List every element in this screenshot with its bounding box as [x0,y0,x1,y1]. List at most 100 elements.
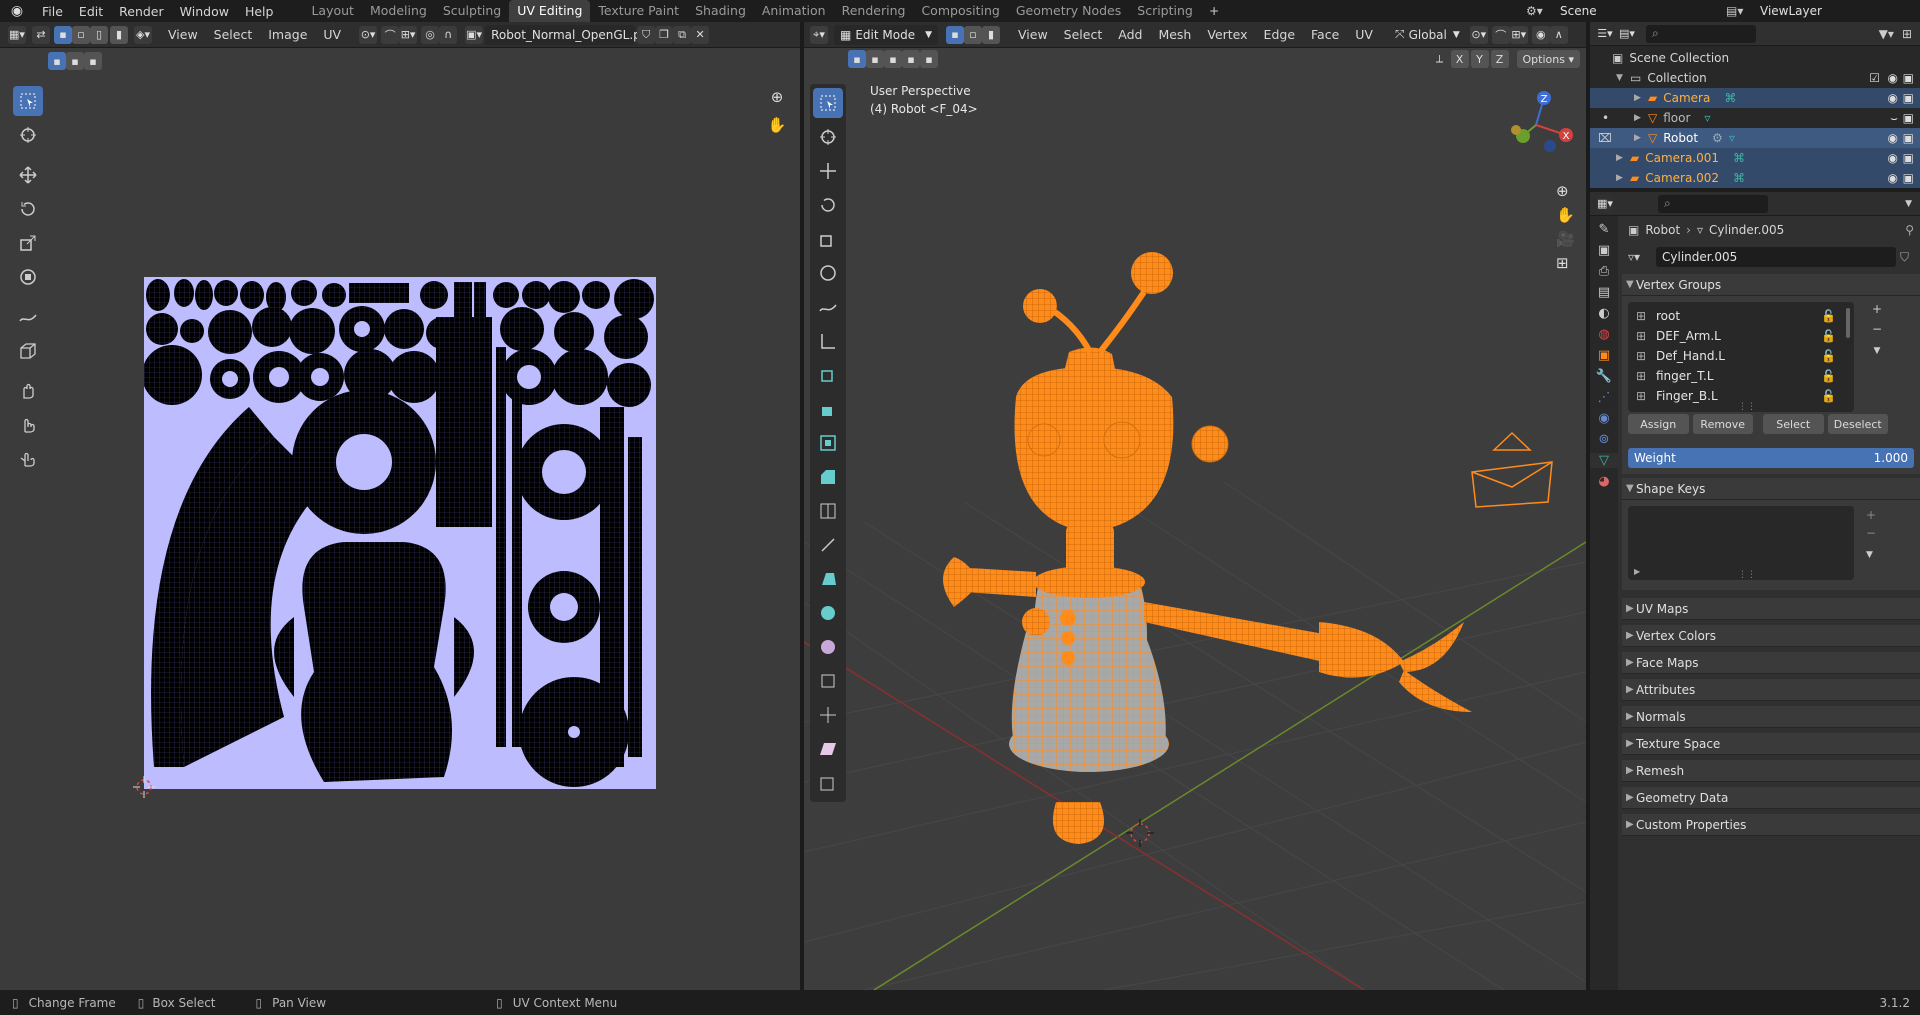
island-select-mode-button[interactable]: ▮ [110,25,128,44]
new-collection-icon[interactable]: ⊞ [1902,27,1912,41]
camera-view-icon[interactable]: 🎥 [1556,230,1575,248]
outliner-search-input[interactable]: ⌕ [1646,24,1756,43]
poly-build-icon[interactable] [813,564,843,594]
menu-help[interactable]: Help [237,4,282,19]
annotate-icon[interactable] [813,292,843,322]
eye-icon[interactable]: ◉ [1888,151,1898,165]
sync-selection-icon[interactable]: ⇄ [32,25,50,44]
constraints-tab-icon[interactable]: ⊚ [1599,432,1610,447]
lock-icon[interactable]: 🔓 [1821,309,1836,323]
collection-row[interactable]: ▼ ▭ Collection ☑ ◉ ▣ [1590,68,1920,88]
uv-zoom-icon[interactable]: ⊕ [766,88,788,110]
vertex-group-item[interactable]: ⊞ DEF_Arm.L 🔓 [1628,326,1854,346]
uv-texture-canvas[interactable] [142,277,656,789]
transform-tool-icon[interactable] [13,262,43,292]
tab-modeling[interactable]: Modeling [362,0,435,22]
pinch-tool-icon[interactable] [13,444,43,474]
camera-render-icon[interactable]: ▣ [1903,91,1914,105]
expand-arrow-icon[interactable]: ▶ [1616,173,1630,183]
expand-arrow-icon[interactable]: ▶ [1634,567,1640,576]
tab-animation[interactable]: Animation [754,0,834,22]
unlink-image-icon[interactable]: ✕ [691,25,710,44]
shrink-fatten-icon[interactable] [813,700,843,730]
weight-slider[interactable]: Weight 1.000 [1622,446,1920,474]
edge-select-mode-button[interactable]: ▫ [72,25,90,44]
render-tab-icon[interactable]: ▣ [1598,243,1610,258]
shape-keys-header[interactable]: ▼ Shape Keys [1622,478,1920,500]
menu-edit[interactable]: Edit [71,4,111,19]
menu-render[interactable]: Render [111,4,172,19]
camera-render-icon[interactable]: ▣ [1903,71,1914,85]
uv-select-extend-button[interactable]: ▪ [66,52,84,70]
outliner-item-camera-002[interactable]: ▶ ▰ Camera.002 ⌘ ◉ ▣ [1590,168,1920,188]
add-cube-icon[interactable] [813,360,843,390]
vertex-groups-header[interactable]: ▼ Vertex Groups [1622,274,1920,296]
outliner-item-floor[interactable]: • ▶ ▽ floor ▿ ⌣ ▣ [1590,108,1920,128]
uv-pan-icon[interactable]: ✋ [766,116,788,138]
lock-icon[interactable]: 🔓 [1821,349,1836,363]
view-layer-tab-icon[interactable]: ▤ [1598,285,1610,300]
eye-icon[interactable]: ◉ [1888,171,1898,185]
particles-tab-icon[interactable]: ⋰ [1598,390,1611,405]
camera-render-icon[interactable]: ▣ [1903,171,1914,185]
pin-icon[interactable]: ⚲ [1905,223,1914,237]
shape-key-list[interactable]: ▶ ⋮⋮ [1628,506,1854,580]
uv-menu-view[interactable]: View [160,27,206,42]
add-workspace-button[interactable]: + [1201,0,1227,22]
add-shape-key-button[interactable]: + [1866,508,1876,522]
image-name-field[interactable]: Robot_Normal_OpenGL.png [485,24,656,45]
physics-tab-icon[interactable]: ◉ [1598,411,1609,426]
outliner-item-robot[interactable]: ⌧ ▶ ▽ Robot ⚙ ▿ ◉ ▣ [1590,128,1920,148]
lock-icon[interactable]: 🔓 [1821,369,1836,383]
world-tab-icon[interactable]: ◍ [1598,327,1609,342]
sticky-select-dropdown[interactable]: ◈▾ [134,25,152,44]
lock-icon[interactable]: 🔓 [1821,389,1836,403]
remove-button[interactable]: Remove [1692,414,1753,434]
inset-icon[interactable] [813,428,843,458]
image-browse-button[interactable]: ▣▾ [465,25,484,44]
select-box-icon[interactable] [813,88,843,118]
fake-user-shield-icon[interactable]: ⛉ [1900,250,1909,265]
face-select-mode-button[interactable]: ▯ [90,25,108,44]
eye-icon[interactable]: ◉ [1888,131,1898,145]
rip-tool-icon[interactable] [13,336,43,366]
vertex-group-list[interactable]: ⊞ root 🔓 ⊞ DEF_Arm.L 🔓 ⊞ Def_Hand.L 🔓 ⊞ finger_… [1628,302,1854,412]
fake-user-icon[interactable]: ⛉ [637,25,656,44]
vertex-group-item[interactable]: ⊞ finger_T.L 🔓 [1628,366,1854,386]
new-image-icon[interactable]: ❐ [655,25,674,44]
object-tab-icon[interactable]: ▣ [1598,348,1610,363]
select-box-tool-icon[interactable] [13,86,43,116]
move-icon[interactable] [813,156,843,186]
tab-rendering[interactable]: Rendering [834,0,914,22]
lock-icon[interactable]: 🔓 [1821,329,1836,343]
vertex-group-item[interactable]: ⊞ Def_Hand.L 🔓 [1628,346,1854,366]
camera-render-icon[interactable]: ▣ [1903,111,1914,125]
blender-logo-icon[interactable]: ◉ [0,3,34,19]
expand-arrow-icon[interactable]: ▼ [1616,73,1630,83]
tab-compositing[interactable]: Compositing [913,0,1007,22]
uv-select-subtract-button[interactable]: ▪ [84,52,102,70]
snap-target-dropdown[interactable]: ⊞▾ [399,25,418,44]
rip-region-icon[interactable] [813,768,843,798]
modifier-tab-icon[interactable]: 🔧 [1596,369,1612,384]
zoom-icon[interactable]: ⊕ [1556,182,1575,200]
smooth-icon[interactable] [813,632,843,662]
navigation-gizmo[interactable]: Z X [1496,80,1576,180]
pan-hand-icon[interactable]: ✋ [1556,206,1575,224]
shear-icon[interactable] [813,734,843,764]
mesh-data-tab-icon[interactable]: ▽ [1590,453,1618,468]
tab-sculpting[interactable]: Sculpting [435,0,509,22]
mesh-name-field[interactable]: Cylinder.005 [1656,247,1896,267]
vertex-select-mode-button[interactable]: ▪ [54,25,72,44]
properties-editor-type-button[interactable]: ▦▾ [1596,194,1614,213]
scene-selector[interactable]: ⚙▾ Scene [1526,1,1726,21]
spin-icon[interactable] [813,598,843,628]
scale-icon[interactable] [813,224,843,254]
vertex-colors-section[interactable]: ▶ Vertex Colors [1622,625,1920,647]
expand-arrow-icon[interactable]: ▶ [1634,93,1648,103]
open-image-icon[interactable]: ⧉ [673,25,692,44]
scene-collection-row[interactable]: ▣ Scene Collection [1590,48,1920,68]
properties-search-input[interactable]: ⌕ [1658,194,1768,213]
tab-uv-editing[interactable]: UV Editing [509,0,591,22]
attributes-section[interactable]: ▶ Attributes [1622,679,1920,701]
